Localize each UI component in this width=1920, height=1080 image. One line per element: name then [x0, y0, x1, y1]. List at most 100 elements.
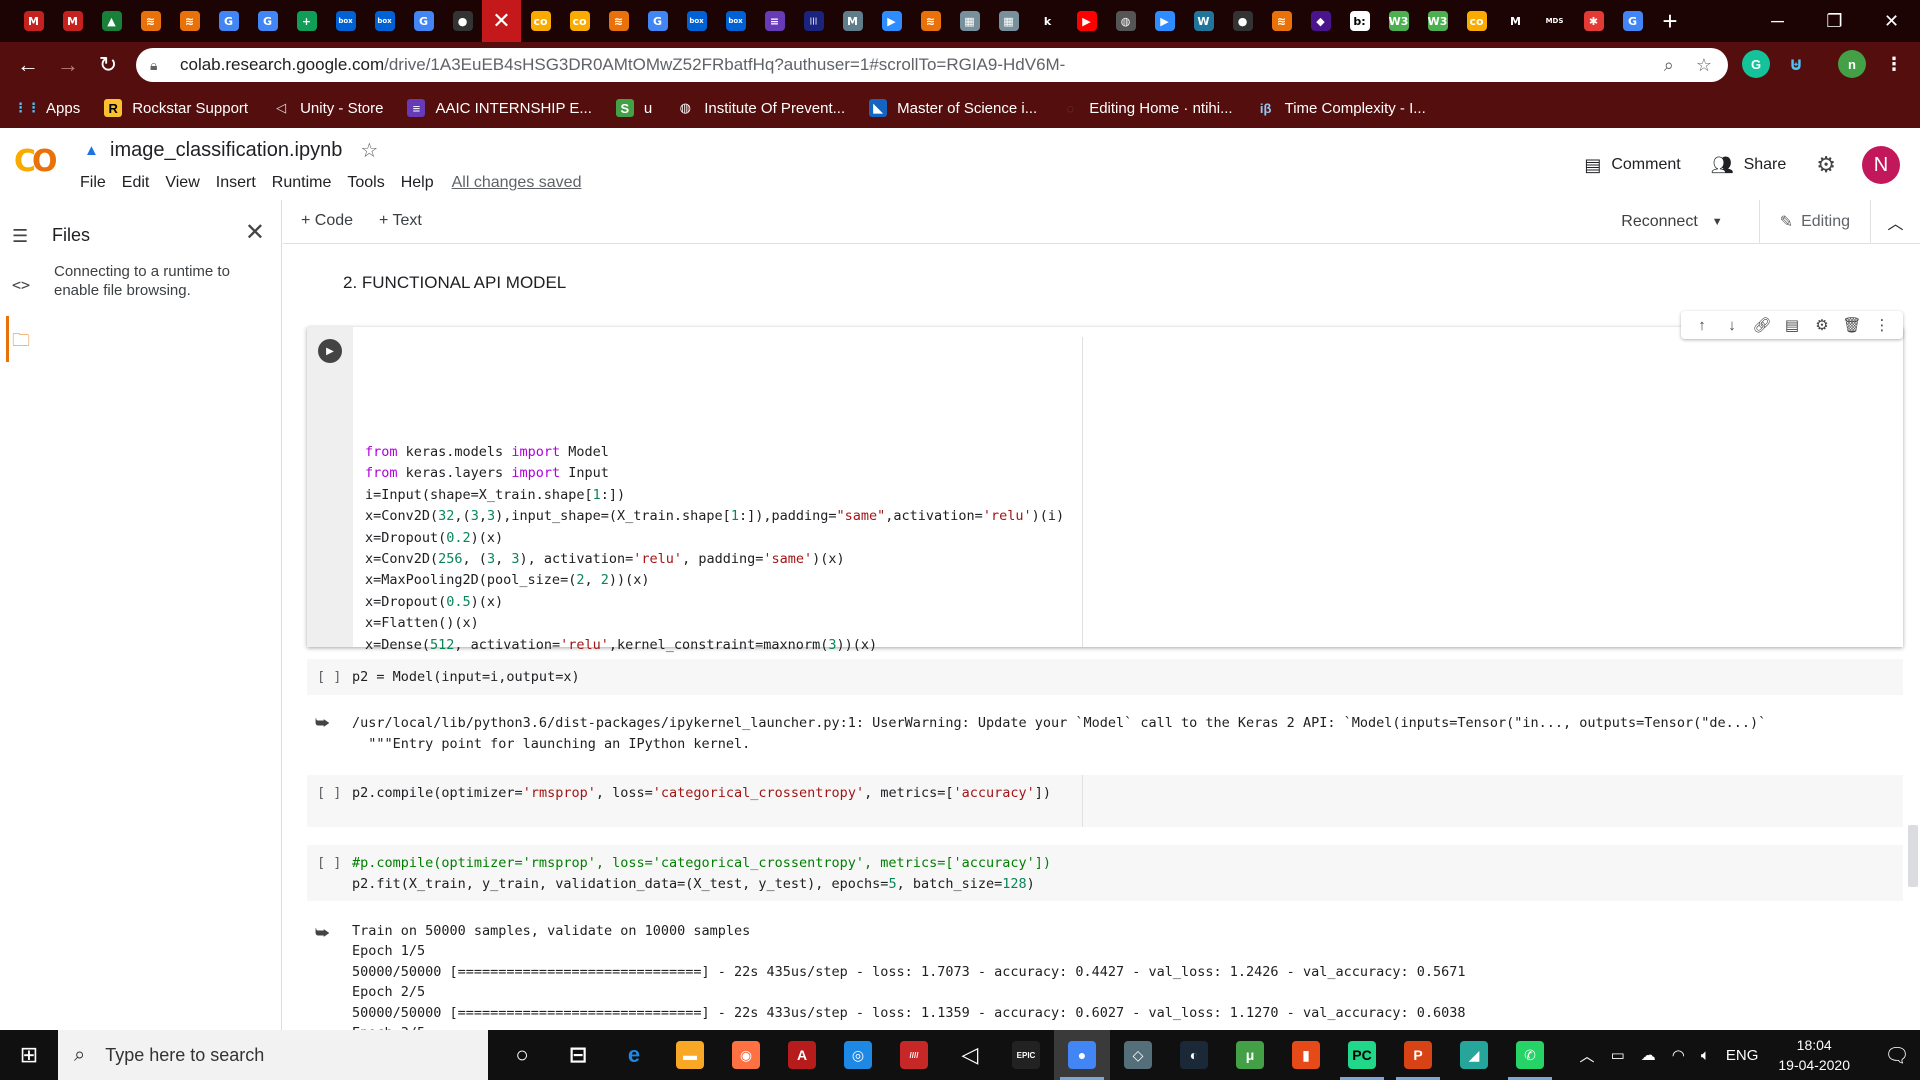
- browser-tab[interactable]: co: [1457, 0, 1496, 42]
- colab-logo[interactable]: CO: [14, 144, 57, 179]
- folder-icon[interactable]: 🗀︎: [12, 328, 30, 358]
- taskbar-search[interactable]: ⌕ Type here to search: [58, 1030, 488, 1080]
- browser-tab[interactable]: co: [560, 0, 599, 42]
- browser-tab[interactable]: ◍: [1106, 0, 1145, 42]
- bookmark-item[interactable]: ◣ Master of Science i...: [869, 99, 1037, 117]
- share-button[interactable]: 👥︎ Share: [1711, 155, 1787, 176]
- cell2-run-bracket[interactable]: [ ]: [317, 669, 341, 685]
- cell3-run-bracket[interactable]: [ ]: [317, 785, 341, 801]
- taskbar-app[interactable]: ◁: [942, 1030, 998, 1080]
- taskbar-app[interactable]: ⊟: [550, 1030, 606, 1080]
- browser-tab[interactable]: G: [404, 0, 443, 42]
- new-tab-button[interactable]: +: [1652, 0, 1688, 42]
- browser-tab[interactable]: ≋: [170, 0, 209, 42]
- back-button[interactable]: ←: [10, 47, 46, 83]
- menu-runtime[interactable]: Runtime: [272, 174, 332, 192]
- run-cell-button[interactable]: ▶: [318, 339, 342, 363]
- menu-tools[interactable]: Tools: [347, 174, 384, 192]
- cell4-run-bracket[interactable]: [ ]: [317, 855, 341, 871]
- settings-gear-icon[interactable]: ⚙: [1816, 152, 1836, 178]
- taskbar-app[interactable]: PC: [1334, 1030, 1390, 1080]
- comment-cell-icon[interactable]: ▤: [1777, 316, 1807, 334]
- taskbar-app[interactable]: ▬: [662, 1030, 718, 1080]
- taskbar-app[interactable]: ◉: [718, 1030, 774, 1080]
- taskbar-app[interactable]: ◢: [1446, 1030, 1502, 1080]
- bookmark-item[interactable]: ◌ Editing Home · ntihi...: [1061, 99, 1232, 117]
- close-tab-icon[interactable]: ✕: [491, 9, 512, 34]
- browser-tab[interactable]: G: [248, 0, 287, 42]
- minimize-button[interactable]: ─: [1749, 0, 1806, 42]
- editing-mode-button[interactable]: ✎ Editing: [1758, 200, 1870, 244]
- browser-tab[interactable]: box: [677, 0, 716, 42]
- menu-file[interactable]: File: [80, 174, 106, 192]
- browser-tab[interactable]: W3: [1379, 0, 1418, 42]
- taskbar-app[interactable]: ◎: [830, 1030, 886, 1080]
- menu-insert[interactable]: Insert: [216, 174, 256, 192]
- output-arrow-icon[interactable]: ⮩: [315, 715, 330, 733]
- browser-tab[interactable]: W: [1184, 0, 1223, 42]
- browser-tab[interactable]: +: [287, 0, 326, 42]
- notebook-title[interactable]: image_classification.ipynb: [110, 139, 342, 162]
- taskbar-app[interactable]: A: [774, 1030, 830, 1080]
- taskbar-app[interactable]: P: [1390, 1030, 1446, 1080]
- browser-tab[interactable]: ▦: [989, 0, 1028, 42]
- menu-help[interactable]: Help: [401, 174, 434, 192]
- taskbar-app[interactable]: e: [606, 1030, 662, 1080]
- browser-tab[interactable]: ▶: [1145, 0, 1184, 42]
- windows-start-button[interactable]: ⊞: [0, 1030, 58, 1080]
- bookmark-item[interactable]: Su: [615, 99, 652, 117]
- address-bar[interactable]: 🔒︎ colab.research.google.com/drive/1A3Eu…: [136, 48, 1728, 82]
- code-cell-active[interactable]: ▶ from keras.models import Model from ke…: [307, 327, 1903, 695]
- cell-settings-icon[interactable]: ⚙: [1807, 316, 1837, 334]
- browser-tab[interactable]: ✱: [1574, 0, 1613, 42]
- taskbar-app[interactable]: ○: [494, 1030, 550, 1080]
- browser-tab[interactable]: co: [521, 0, 560, 42]
- chevron-up-icon[interactable]: ︿: [1580, 1045, 1595, 1066]
- browser-tab[interactable]: b:: [1340, 0, 1379, 42]
- browser-tab[interactable]: ≋: [911, 0, 950, 42]
- profile-avatar[interactable]: n: [1838, 50, 1866, 78]
- code-snippets-icon[interactable]: <>: [12, 276, 30, 294]
- browser-tab[interactable]: |||: [794, 0, 833, 42]
- onedrive-cloud-icon[interactable]: ☁: [1641, 1046, 1656, 1064]
- browser-tab[interactable]: box: [326, 0, 365, 42]
- browser-tab[interactable]: M: [1496, 0, 1535, 42]
- star-icon[interactable]: ☆: [360, 138, 378, 163]
- browser-tab[interactable]: ●: [443, 0, 482, 42]
- taskbar-app[interactable]: EPIC: [998, 1030, 1054, 1080]
- bookmark-item[interactable]: ⋮⋮ Apps: [14, 99, 80, 117]
- move-down-icon[interactable]: ↓: [1717, 317, 1747, 334]
- grammarly-extension-icon[interactable]: G: [1742, 50, 1770, 78]
- browser-tab[interactable]: W3: [1418, 0, 1457, 42]
- menu-view[interactable]: View: [165, 174, 199, 192]
- delete-icon[interactable]: 🗑︎: [1837, 316, 1867, 334]
- bookmark-item[interactable]: ◁ Unity - Store: [272, 99, 383, 117]
- wifi-icon[interactable]: ◠: [1672, 1046, 1685, 1064]
- code-cell-3[interactable]: [ ] p2.compile(optimizer='rmsprop', loss…: [307, 775, 1903, 827]
- more-options-icon[interactable]: ⋮: [1867, 316, 1897, 334]
- restore-button[interactable]: ❐: [1806, 0, 1863, 42]
- code-cell-4[interactable]: [ ] #p.compile(optimizer='rmsprop', loss…: [307, 845, 1903, 901]
- code-editor[interactable]: from keras.models import Model from kera…: [353, 327, 1903, 695]
- reconnect-button[interactable]: Reconnect ▼: [1621, 213, 1722, 231]
- close-icon[interactable]: ✕: [245, 218, 265, 247]
- browser-tab[interactable]: M: [53, 0, 92, 42]
- browser-tab[interactable]: ≋: [131, 0, 170, 42]
- battery-icon[interactable]: ▭: [1611, 1046, 1625, 1064]
- browser-tab[interactable]: G: [638, 0, 677, 42]
- browser-tab[interactable]: ≋: [1262, 0, 1301, 42]
- browser-tab[interactable]: ≋: [599, 0, 638, 42]
- bookmark-star-icon[interactable]: ☆: [1696, 55, 1712, 76]
- browser-tab[interactable]: G: [1613, 0, 1652, 42]
- add-code-button[interactable]: + Code: [301, 212, 353, 230]
- browser-tab[interactable]: ✕: [482, 0, 521, 42]
- clock[interactable]: 18:04 19-04-2020: [1778, 1035, 1850, 1075]
- bookmark-item[interactable]: ≡ AAIC INTERNSHIP E...: [407, 99, 592, 117]
- browser-tab[interactable]: MDS: [1535, 0, 1574, 42]
- browser-tab[interactable]: M: [833, 0, 872, 42]
- notifications-button[interactable]: 🗨︎: [1874, 1030, 1920, 1080]
- bookmark-item[interactable]: iβ Time Complexity - I...: [1257, 99, 1426, 117]
- browser-tab[interactable]: ▦: [950, 0, 989, 42]
- language-indicator[interactable]: ENG: [1726, 1047, 1759, 1064]
- taskbar-app[interactable]: ◇: [1110, 1030, 1166, 1080]
